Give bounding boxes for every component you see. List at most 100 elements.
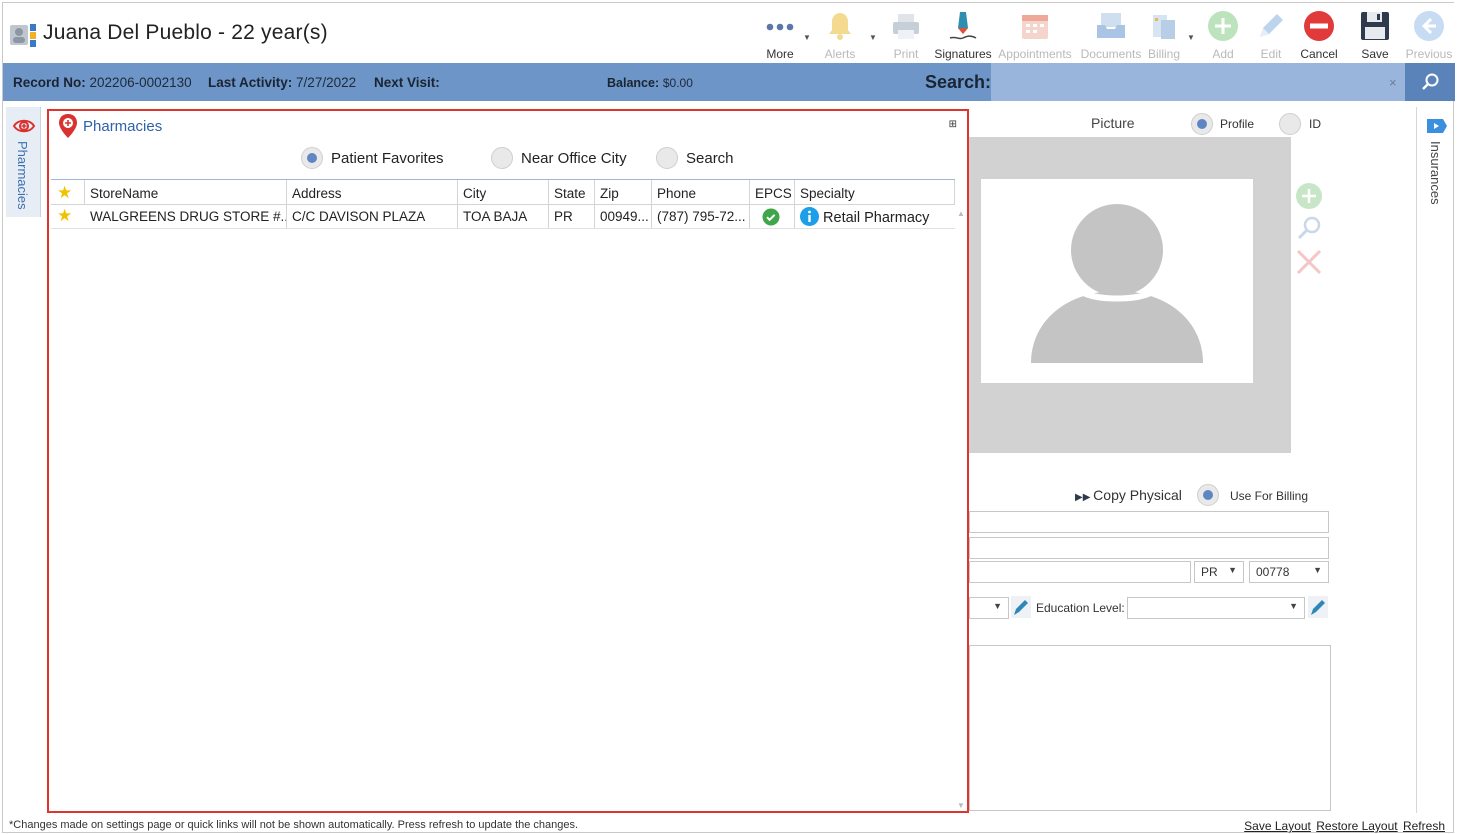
avatar bbox=[981, 179, 1253, 383]
pharmacies-side-tab[interactable]: Pharmacies bbox=[6, 107, 41, 217]
cancel-circle-icon bbox=[1304, 11, 1334, 41]
patient-card-icon bbox=[10, 24, 36, 47]
add-photo-icon[interactable] bbox=[1294, 181, 1324, 211]
city-cell: TOA BAJA bbox=[458, 205, 549, 228]
grid-scrollbar[interactable]: ▲ ▼ bbox=[955, 205, 969, 815]
search-label: Search: bbox=[925, 72, 992, 92]
restore-layout-link[interactable]: Restore Layout bbox=[1316, 819, 1397, 833]
zoom-photo-icon[interactable] bbox=[1294, 213, 1324, 243]
save-layout-link[interactable]: Save Layout bbox=[1244, 819, 1311, 833]
patient-info-bar: Record No: 202206-0002130 Last Activity:… bbox=[3, 63, 1455, 101]
city-field[interactable] bbox=[969, 561, 1191, 583]
zip-select[interactable]: 00778 ▼ bbox=[1249, 561, 1329, 583]
copy-physical-button[interactable]: ▶▶ Copy Physical bbox=[1075, 487, 1182, 503]
record-number: Record No: 202206-0002130 bbox=[13, 75, 192, 90]
arrow-left-circle-icon bbox=[1414, 11, 1444, 41]
use-for-billing-radio[interactable] bbox=[1197, 484, 1219, 506]
floppy-disk-icon bbox=[1361, 12, 1389, 40]
column-header-epcs[interactable]: EPCS bbox=[750, 180, 795, 204]
state-cell: PR bbox=[549, 205, 595, 228]
phone-cell: (787) 795-72... bbox=[652, 205, 750, 228]
radio-indicator bbox=[491, 147, 513, 169]
column-header-phone[interactable]: Phone bbox=[652, 180, 750, 204]
pharmacy-eye-icon bbox=[12, 119, 36, 133]
info-icon[interactable] bbox=[800, 207, 819, 226]
address-line2-field[interactable] bbox=[969, 537, 1329, 559]
plus-circle-icon bbox=[1208, 11, 1238, 41]
search-input[interactable] bbox=[991, 63, 1405, 101]
appointments-button[interactable]: Appointments bbox=[998, 7, 1072, 63]
billing-icon bbox=[1153, 15, 1175, 39]
balance: Balance: $0.00 bbox=[607, 76, 693, 90]
star-icon: ★ bbox=[57, 183, 73, 202]
person-silhouette-icon bbox=[1031, 204, 1203, 363]
column-header-address[interactable]: Address bbox=[287, 180, 458, 204]
store-name-cell: WALGREENS DRUG STORE #... bbox=[85, 205, 287, 228]
column-header-specialty[interactable]: Specialty bbox=[795, 180, 955, 204]
picture-label: Picture bbox=[1091, 115, 1135, 131]
column-header-state[interactable]: State bbox=[549, 180, 595, 204]
pharmacies-panel: Pharmacies ⊞ Patient Favorites Near Offi… bbox=[47, 109, 969, 813]
pencil-icon bbox=[1260, 14, 1283, 37]
radio-indicator bbox=[656, 147, 678, 169]
education-level-select[interactable]: ▼ bbox=[1127, 597, 1305, 619]
table-row[interactable]: ★ WALGREENS DRUG STORE #... C/C DAVISON … bbox=[51, 205, 955, 229]
chevron-down-icon: ▼ bbox=[1313, 565, 1322, 575]
chevron-down-icon: ▼ bbox=[1289, 601, 1298, 611]
column-header-city[interactable]: City bbox=[458, 180, 549, 204]
column-header-storename[interactable]: StoreName bbox=[85, 180, 287, 204]
specialty-cell: Retail Pharmacy bbox=[795, 205, 955, 228]
more-dots-icon bbox=[766, 23, 794, 31]
delete-photo-icon[interactable] bbox=[1294, 247, 1324, 277]
signatures-button[interactable]: Signatures bbox=[928, 7, 998, 63]
zip-cell: 00949... bbox=[595, 205, 652, 228]
clear-search-icon[interactable]: × bbox=[1389, 75, 1397, 90]
favorite-column-header[interactable]: ★ bbox=[51, 180, 85, 204]
photo-frame bbox=[969, 137, 1291, 453]
column-header-zip[interactable]: Zip bbox=[595, 180, 652, 204]
scroll-up-icon[interactable]: ▲ bbox=[957, 209, 965, 218]
insurances-side-tab[interactable]: Insurances bbox=[1419, 107, 1455, 217]
insurance-tag-icon bbox=[1427, 119, 1447, 133]
documents-tray-icon bbox=[1097, 13, 1125, 38]
state-select[interactable]: PR ▼ bbox=[1194, 561, 1244, 583]
edit-pencil-icon[interactable] bbox=[1308, 596, 1328, 618]
scroll-down-icon[interactable]: ▼ bbox=[957, 801, 965, 810]
notes-area[interactable] bbox=[969, 645, 1331, 811]
app-window: Juana Del Pueblo - 22 year(s) ▼ More ▼ A… bbox=[2, 2, 1455, 833]
calendar-icon bbox=[1022, 15, 1048, 39]
footer-note: *Changes made on settings page or quick … bbox=[9, 819, 579, 831]
favorite-cell[interactable]: ★ bbox=[51, 205, 85, 228]
panel-title: Pharmacies bbox=[83, 118, 163, 135]
verified-check-icon bbox=[762, 208, 780, 226]
title-toolbar: Juana Del Pueblo - 22 year(s) ▼ More ▼ A… bbox=[3, 3, 1455, 63]
search-icon bbox=[1422, 73, 1439, 90]
search-button[interactable] bbox=[1405, 63, 1455, 101]
location-pin-icon bbox=[59, 114, 77, 138]
last-activity: Last Activity: 7/27/2022 bbox=[208, 75, 357, 90]
language-select[interactable]: ▼ bbox=[969, 597, 1009, 619]
address-cell: C/C DAVISON PLAZA bbox=[287, 205, 458, 228]
id-radio[interactable] bbox=[1279, 113, 1301, 135]
pin-icon[interactable]: ⊞ bbox=[949, 119, 957, 130]
alerts-button[interactable]: ▼ Alerts bbox=[805, 7, 877, 63]
page-title: Juana Del Pueblo - 22 year(s) bbox=[43, 21, 328, 44]
chevron-down-icon: ▼ bbox=[993, 601, 1002, 611]
previous-button[interactable]: Previous bbox=[1394, 7, 1457, 63]
refresh-link[interactable]: Refresh bbox=[1403, 819, 1445, 833]
star-icon: ★ bbox=[57, 206, 73, 225]
grid-header: ★ StoreName Address City State Zip Phone… bbox=[51, 179, 955, 205]
bell-icon bbox=[829, 13, 851, 40]
chevron-down-icon: ▼ bbox=[1228, 565, 1237, 575]
epcs-cell bbox=[750, 205, 795, 228]
edit-pencil-icon[interactable] bbox=[1011, 596, 1031, 618]
printer-icon bbox=[893, 14, 919, 39]
next-visit: Next Visit: bbox=[374, 75, 440, 90]
address-line1-field[interactable] bbox=[969, 511, 1329, 533]
signature-pen-icon bbox=[949, 12, 977, 40]
double-chevron-right-icon: ▶▶ bbox=[1075, 492, 1094, 503]
footer-links: Save Layout Restore Layout Refresh bbox=[1242, 819, 1445, 833]
patient-details-panel: Picture Profile ID ▶▶ Copy Physical Use … bbox=[969, 107, 1417, 813]
radio-indicator bbox=[301, 147, 323, 169]
profile-radio[interactable] bbox=[1191, 113, 1213, 135]
